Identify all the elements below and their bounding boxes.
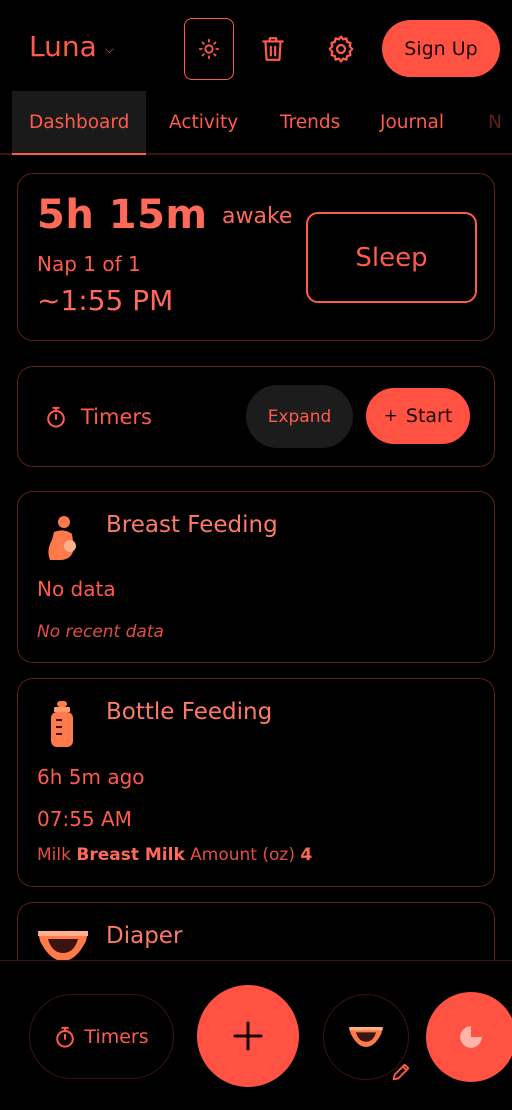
tab-next-partial[interactable]: N: [471, 91, 512, 153]
bottom-action-bar: Timers: [0, 960, 512, 1110]
settings-button[interactable]: [316, 18, 366, 80]
start-timer-button[interactable]: + Start: [366, 388, 470, 444]
bottle-feeding-details: Milk Breast Milk Amount (oz) 4: [37, 845, 312, 865]
tab-activity[interactable]: Activity: [152, 91, 255, 153]
diaper-icon: [38, 931, 88, 961]
bottle-feeding-ago: 6h 5m ago: [37, 765, 145, 789]
profile-selector[interactable]: Luna ⌵: [29, 30, 114, 63]
sleep-button[interactable]: Sleep: [306, 212, 477, 303]
timers-card: Timers Expand + Start: [17, 366, 495, 467]
baby-bottle-icon: [51, 701, 73, 747]
nap-time: ~1:55 PM: [37, 284, 174, 317]
profile-name: Luna: [29, 30, 97, 63]
delete-button[interactable]: [248, 18, 298, 80]
bottom-timers-label: Timers: [84, 1025, 149, 1048]
plus-icon: [233, 1021, 263, 1051]
diaper-title: Diaper: [106, 923, 183, 949]
active-tab-indicator: [12, 153, 146, 155]
pie-chart-icon: [460, 1026, 482, 1048]
breast-feeding-card[interactable]: Breast Feeding No data No recent data: [17, 491, 495, 663]
tab-dashboard[interactable]: Dashboard: [12, 91, 147, 153]
start-timer-label: Start: [405, 405, 453, 427]
add-entry-button[interactable]: [197, 985, 299, 1087]
gear-icon: [328, 35, 354, 63]
breastfeeding-icon: [48, 516, 76, 560]
sign-up-button[interactable]: Sign Up: [382, 20, 500, 77]
plus-icon: +: [383, 406, 398, 426]
timers-label: Timers: [81, 405, 152, 429]
theme-toggle-button[interactable]: [184, 18, 234, 80]
amount-label: Amount (oz): [190, 845, 295, 865]
stats-button[interactable]: [426, 992, 512, 1082]
breast-feeding-title: Breast Feeding: [106, 512, 278, 538]
awake-state-label: awake: [222, 204, 293, 229]
sun-icon: [198, 38, 220, 60]
breast-feeding-status: No data: [37, 577, 116, 601]
app-header: Luna ⌵ Sign Up: [0, 0, 512, 92]
nap-label: Nap 1 of 1: [37, 252, 141, 276]
expand-timers-button[interactable]: Expand: [246, 385, 353, 448]
pencil-icon[interactable]: [390, 1061, 412, 1083]
bottle-feeding-title: Bottle Feeding: [106, 699, 273, 725]
chevron-down-icon: ⌵: [104, 42, 114, 56]
milk-value: Breast Milk: [76, 845, 185, 865]
milk-label: Milk: [37, 845, 71, 865]
awake-status-card: 5h 15m awake Nap 1 of 1 ~1:55 PM Sleep: [17, 173, 495, 341]
stopwatch-icon: [47, 406, 65, 428]
bottom-timers-button[interactable]: Timers: [29, 994, 174, 1079]
trash-icon: [262, 37, 284, 61]
awake-duration: 5h 15m: [37, 192, 208, 238]
breast-feeding-subtitle: No recent data: [37, 622, 164, 642]
diaper-icon: [349, 1027, 383, 1047]
bottle-feeding-card[interactable]: Bottle Feeding 6h 5m ago 07:55 AM Milk B…: [17, 678, 495, 887]
amount-value: 4: [300, 845, 313, 865]
stopwatch-icon: [56, 1026, 75, 1048]
tab-trends[interactable]: Trends: [263, 91, 357, 153]
tab-bar: Dashboard Activity Trends Journal N: [0, 91, 512, 155]
timers-heading: Timers: [45, 405, 152, 429]
tab-journal[interactable]: Journal: [363, 91, 461, 153]
bottle-feeding-time: 07:55 AM: [37, 807, 132, 831]
